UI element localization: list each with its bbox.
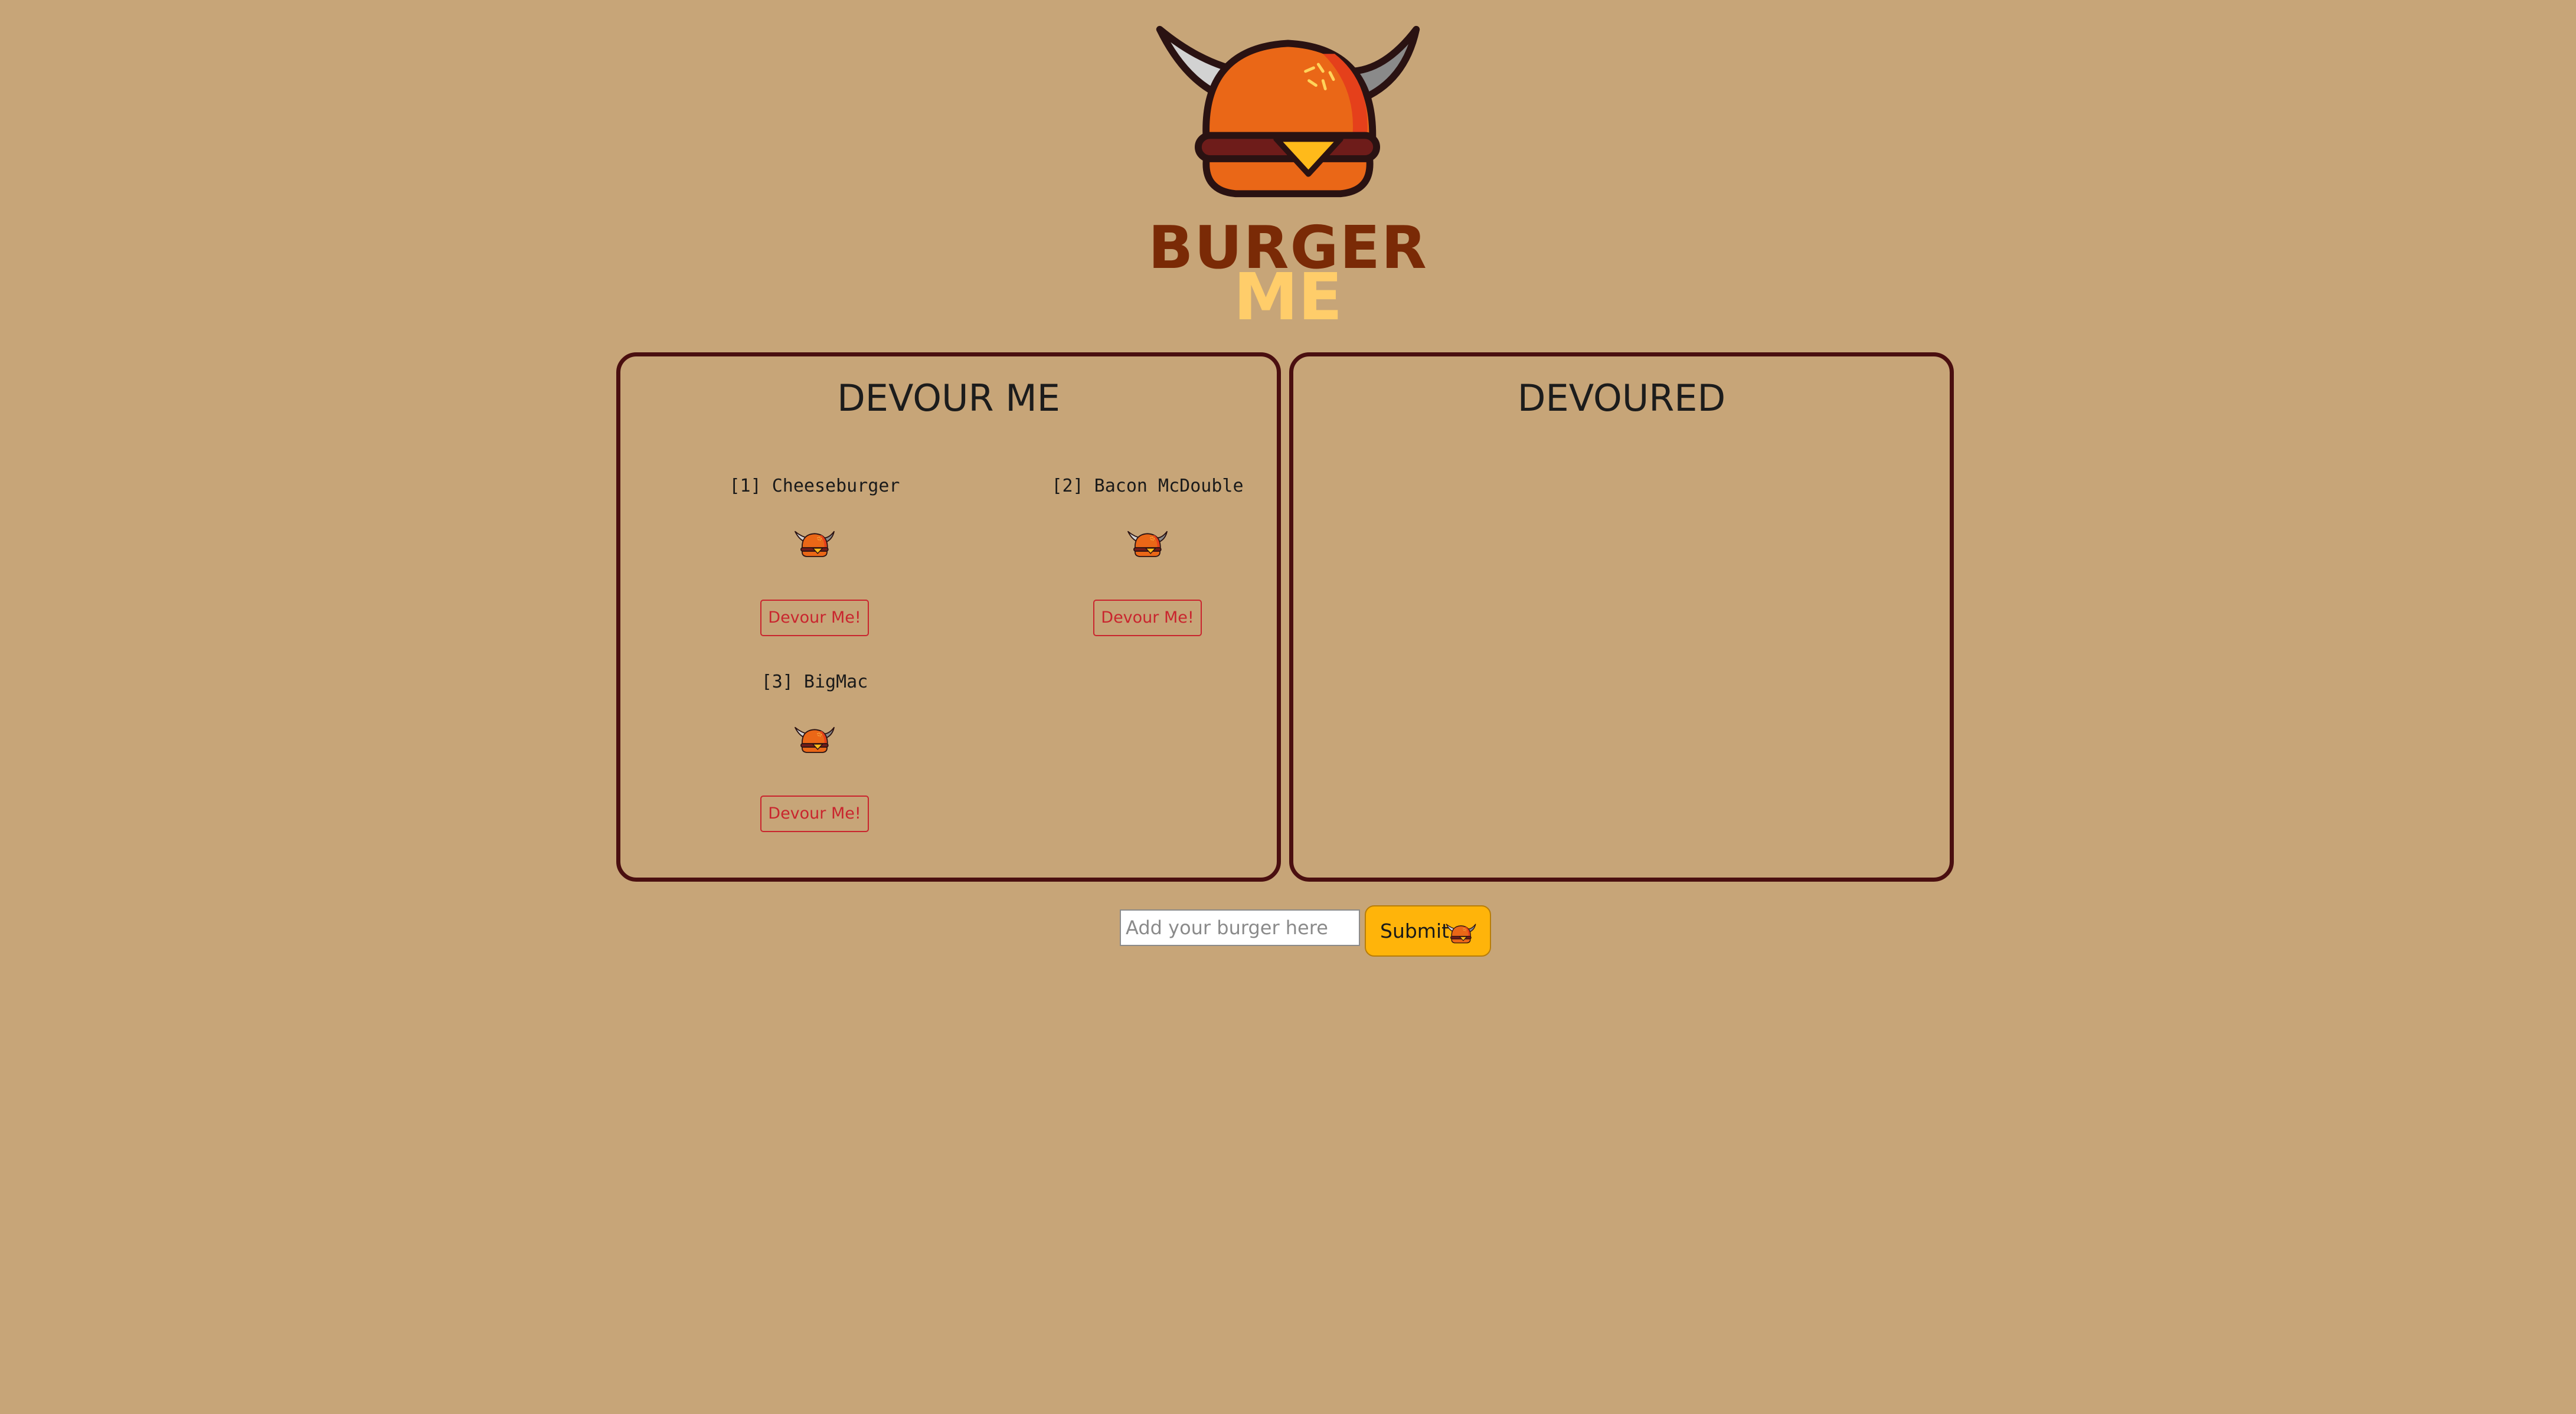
- burger-item-1: [1] Cheeseburger Devour Me!: [649, 474, 980, 669]
- horned-burger-icon: [793, 526, 836, 562]
- burger-item-2: [2] Bacon McDouble Devour Me!: [982, 474, 1313, 669]
- burger-name: [2] Bacon McDouble: [1051, 476, 1244, 496]
- burger-name: [1] Cheeseburger: [729, 476, 900, 496]
- burger-item-3: [3] BigMac Devour Me!: [649, 670, 980, 865]
- devoured-panel: DEVOURED: [1289, 352, 1954, 882]
- devour-me-button[interactable]: Devour Me!: [760, 796, 869, 832]
- horned-burger-icon: [1126, 526, 1169, 562]
- devour-me-button[interactable]: Devour Me!: [760, 600, 869, 636]
- burger-name-input[interactable]: [1120, 909, 1360, 946]
- horned-burger-icon: [793, 722, 836, 758]
- horned-burger-icon: [1445, 921, 1477, 947]
- submit-label: Submit: [1380, 919, 1450, 942]
- devour-me-button[interactable]: Devour Me!: [1093, 600, 1202, 636]
- devour-me-title: DEVOUR ME: [837, 377, 1060, 420]
- horned-burger-icon: [1148, 18, 1428, 207]
- burger-name: [3] BigMac: [761, 672, 868, 692]
- logo-title-me: ME: [1233, 259, 1343, 335]
- site-logo: BURGER ME: [1148, 18, 1428, 329]
- devoured-title: DEVOURED: [1517, 377, 1726, 420]
- devour-me-panel: DEVOUR ME [1] Cheeseburger Devour Me! [2…: [616, 352, 1281, 882]
- submit-button[interactable]: Submit: [1365, 905, 1491, 957]
